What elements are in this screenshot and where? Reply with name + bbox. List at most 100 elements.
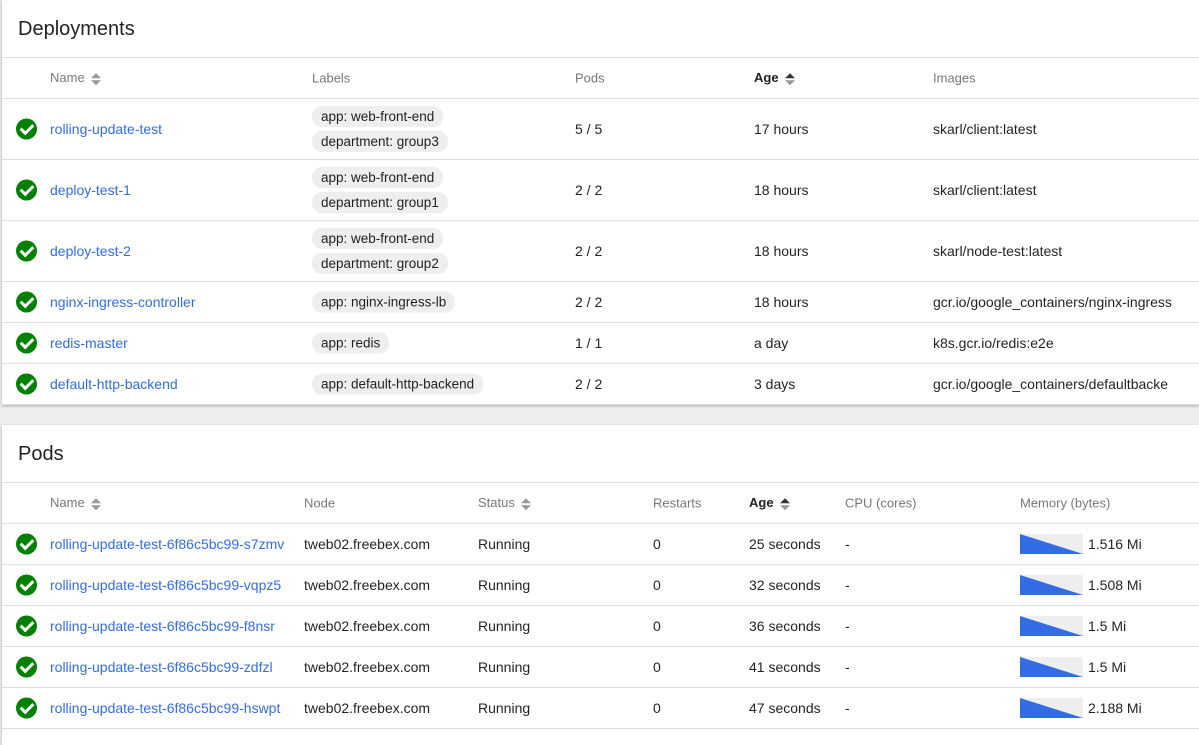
images: k8s.gcr.io/redis:e2e [933,335,1054,351]
label-chip: app: nginx-ingress-lb [312,291,456,313]
age: 18 hours [754,294,809,310]
sort-icon[interactable] [784,72,795,86]
labels: app: web-front-end department: group3 [312,104,448,154]
status: Running [478,536,531,552]
header-name[interactable]: Name [50,495,101,511]
header-status[interactable]: Status [478,495,531,511]
deployment-row: deploy-test-1 app: web-front-end departme… [2,160,1199,221]
pod-row: rolling-update-test-6f86c5bc99-vqpz5 twe… [2,565,1199,606]
check-circle-icon [16,240,37,262]
check-circle-icon [16,118,37,140]
age: 41 seconds [749,659,821,675]
header-pods: Pods [575,70,605,86]
pod-name-link[interactable]: rolling-update-test-6f86c5bc99-f8nsr [50,618,290,634]
memory-value: 1.5 Mi [1088,618,1127,634]
check-circle-icon [16,615,37,637]
node: tweb02.freebex.com [304,536,431,552]
age: 36 seconds [749,618,821,634]
cpu: - [845,618,850,634]
memory: 1.5 Mi [1020,616,1126,636]
pods-count: 2 / 2 [575,182,603,198]
labels: app: redis [312,331,390,356]
check-circle-icon [16,574,37,596]
labels: app: default-http-backend [312,372,484,397]
deployment-row: default-http-backend app: default-http-b… [2,364,1199,405]
memory-value: 2.188 Mi [1088,700,1142,716]
deployment-name-link[interactable]: redis-master [50,335,128,351]
age: 18 hours [754,243,809,259]
pod-row: rolling-update-test-6f86c5bc99-f8nsr twe… [2,606,1199,647]
deployment-name-link[interactable]: rolling-update-test [50,121,162,137]
images: gcr.io/google_containers/defaultbacke [933,376,1169,392]
header-name[interactable]: Name [50,70,101,86]
memory-value: 1.508 Mi [1088,577,1142,593]
node: tweb02.freebex.com [304,700,431,716]
pod-row: rolling-update-test-6f86c5bc99-hswpt twe… [2,688,1199,729]
status: Running [478,618,531,634]
cpu: - [845,536,850,552]
labels: app: nginx-ingress-lb [312,290,456,315]
labels: app: web-front-end department: group2 [312,226,448,276]
memory: 2.188 Mi [1020,698,1142,718]
label-chip: app: web-front-end [312,167,444,188]
cpu: - [845,700,850,716]
restarts: 0 [653,536,661,552]
memory-sparkline [1020,616,1083,636]
header-restarts: Restarts [653,495,702,511]
label-chip: app: web-front-end [312,228,444,249]
images: gcr.io/google_containers/nginx-ingress [933,294,1172,310]
memory-value: 1.516 Mi [1088,536,1142,552]
sort-icon[interactable] [520,497,531,511]
check-circle-icon [16,332,37,354]
deployment-name-link[interactable]: nginx-ingress-controller [50,294,196,310]
sort-icon[interactable] [90,72,101,86]
memory-sparkline [1020,657,1083,677]
pods-card: Pods Name Node Status Restarts Age CPU (… [2,425,1199,745]
images: skarl/client:latest [933,121,1037,137]
deployment-name-link[interactable]: deploy-test-2 [50,243,131,259]
pods-count: 5 / 5 [575,121,603,137]
pod-row: rolling-update-test-6f86c5bc99-s7zmv twe… [2,524,1199,565]
pods-count: 1 / 1 [575,335,603,351]
deployment-name-link[interactable]: deploy-test-1 [50,182,131,198]
labels: app: web-front-end department: group1 [312,165,448,215]
pods-title: Pods [2,425,1199,483]
check-circle-icon [16,179,37,201]
pods-header-row: Name Node Status Restarts Age CPU (cores… [2,483,1199,524]
header-cpu: CPU (cores) [845,495,917,511]
label-chip: department: group1 [312,192,448,213]
deployment-row: nginx-ingress-controller app: nginx-ingr… [2,282,1199,323]
age: 47 seconds [749,700,821,716]
check-circle-icon [16,533,37,555]
deployment-row: redis-master app: redis 1 / 1 a day k8s.… [2,323,1199,364]
pod-name-link[interactable]: rolling-update-test-6f86c5bc99-s7zmv [50,536,290,552]
header-age[interactable]: Age [749,495,790,511]
images: skarl/node-test:latest [933,243,1063,259]
cpu: - [845,577,850,593]
header-age[interactable]: Age [754,70,795,86]
age: 32 seconds [749,577,821,593]
pod-name-link[interactable]: rolling-update-test-6f86c5bc99-zdfzl [50,659,290,675]
sort-icon[interactable] [779,497,790,511]
age: a day [754,335,789,351]
sort-icon[interactable] [90,497,101,511]
pods-count: 2 / 2 [575,243,603,259]
memory-sparkline [1020,698,1083,718]
header-images: Images [933,70,976,86]
check-circle-icon [16,656,37,678]
pods-count: 2 / 2 [575,376,603,392]
node: tweb02.freebex.com [304,577,431,593]
restarts: 0 [653,700,661,716]
cpu: - [845,659,850,675]
restarts: 0 [653,659,661,675]
deployment-name-link[interactable]: default-http-backend [50,376,178,392]
pod-name-link[interactable]: rolling-update-test-6f86c5bc99-hswpt [50,700,290,716]
age: 3 days [754,376,796,392]
node: tweb02.freebex.com [304,659,431,675]
check-circle-icon [16,373,37,395]
status: Running [478,659,531,675]
pod-name-link[interactable]: rolling-update-test-6f86c5bc99-vqpz5 [50,577,290,593]
deployments-header-row: Name Labels Pods Age Images [2,58,1199,99]
label-chip: app: web-front-end [312,106,444,127]
images: skarl/client:latest [933,182,1037,198]
